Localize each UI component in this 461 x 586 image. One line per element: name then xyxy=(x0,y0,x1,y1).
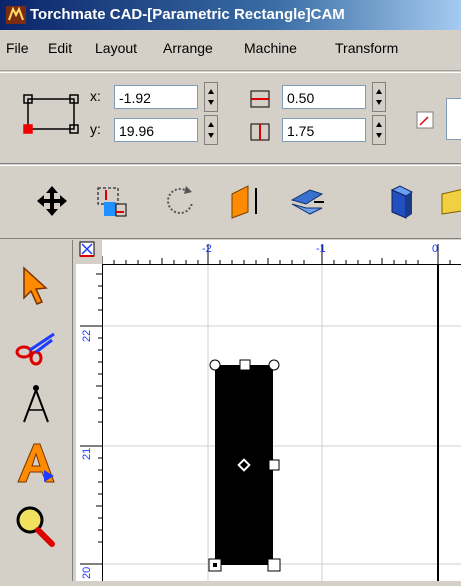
h-ruler-label-0: -2 xyxy=(202,243,212,255)
rotate-handle[interactable] xyxy=(209,359,221,371)
width-spinner[interactable] xyxy=(372,115,386,145)
v-ruler-label-1: 21 xyxy=(81,448,93,460)
y-spinner[interactable] xyxy=(204,115,218,145)
x-position-field[interactable]: -1.92 xyxy=(114,85,198,109)
width-icon xyxy=(250,123,270,141)
scissors-tool-icon[interactable] xyxy=(12,320,60,368)
x-spinner[interactable] xyxy=(204,82,218,112)
mirror-icon[interactable] xyxy=(288,180,328,222)
skew-icon[interactable] xyxy=(224,180,264,222)
menu-bar: File Edit Layout Arrange Machine Transfo… xyxy=(0,30,461,71)
zoom-tool-icon[interactable] xyxy=(12,502,60,550)
lock-ratio-icon[interactable] xyxy=(416,111,434,129)
app-logo-icon xyxy=(6,6,26,24)
property-bar: x: -1.92 y: 19.96 0.50 1.75 xyxy=(0,72,461,164)
toolbox xyxy=(0,240,73,581)
menu-machine[interactable]: Machine xyxy=(244,40,297,56)
cut-icon[interactable] xyxy=(438,180,461,222)
h-ruler-label-1: -1 xyxy=(316,243,326,255)
resize-handle[interactable] xyxy=(267,558,281,572)
menu-edit[interactable]: Edit xyxy=(48,40,72,56)
menu-file[interactable]: File xyxy=(6,40,29,56)
height-icon xyxy=(250,90,270,108)
tool-bar xyxy=(0,165,461,239)
compass-tool-icon[interactable] xyxy=(12,380,60,428)
menu-transform[interactable]: Transform xyxy=(335,40,398,56)
resize-handle[interactable] xyxy=(239,359,251,371)
vertical-ruler-ticks: 22 21 20 xyxy=(80,273,102,579)
height-spinner[interactable] xyxy=(372,82,386,112)
width-field[interactable]: 1.75 xyxy=(282,118,366,142)
title-bar: Torchmate CAD-[Parametric Rectangle]CAM xyxy=(0,0,461,30)
y-position-field[interactable]: 19.96 xyxy=(114,118,198,142)
rotation-field[interactable] xyxy=(446,98,461,140)
move-icon[interactable] xyxy=(32,180,72,222)
menu-arrange[interactable]: Arrange xyxy=(163,40,213,56)
menu-layout[interactable]: Layout xyxy=(95,40,137,56)
y-label: y: xyxy=(90,121,101,137)
window-title: Torchmate CAD-[Parametric Rectangle]CAM xyxy=(30,6,345,23)
rotate-icon[interactable] xyxy=(160,180,200,222)
horizontal-ruler-ticks: -2 -1 0 xyxy=(101,243,451,264)
grid-lines xyxy=(103,265,461,581)
anchor-mark xyxy=(213,563,217,567)
rotate-handle[interactable] xyxy=(268,359,280,371)
drawing-canvas[interactable] xyxy=(103,265,461,581)
h-ruler-label-2: 0 xyxy=(432,243,438,255)
x-label: x: xyxy=(90,88,101,104)
ruler-origin-icon[interactable] xyxy=(76,240,102,264)
height-field[interactable]: 0.50 xyxy=(282,85,366,109)
resize-handle[interactable] xyxy=(268,459,280,471)
horizontal-ruler[interactable]: -2 -1 0 xyxy=(101,240,461,265)
v-ruler-label-0: 22 xyxy=(81,330,93,342)
pointer-tool-icon[interactable] xyxy=(12,262,60,310)
v-ruler-label-2: 20 xyxy=(81,567,93,579)
node-select-icon[interactable] xyxy=(92,180,132,222)
canvas-drawing xyxy=(103,265,461,581)
vertical-ruler[interactable]: 22 21 20 xyxy=(76,264,103,581)
rectangle-anchor-icon[interactable] xyxy=(20,93,82,139)
text-tool-icon[interactable] xyxy=(12,440,60,488)
extrude-icon[interactable] xyxy=(384,180,424,222)
